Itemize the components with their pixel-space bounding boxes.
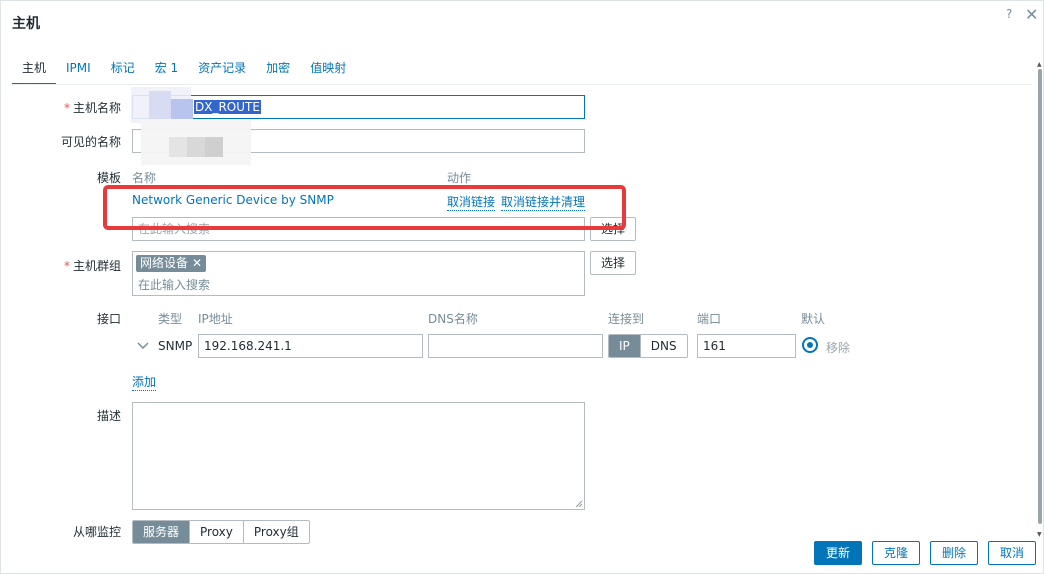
connect-ip-option[interactable]: IP [609, 335, 641, 357]
redaction-block [187, 137, 205, 157]
monitored-by-toggle: 服务器 Proxy Proxy组 [132, 520, 310, 544]
description-label: 描述 [96, 409, 121, 423]
iface-col-default: 默认 [801, 312, 826, 326]
tab-tags[interactable]: 标记 [101, 57, 145, 85]
host-groups-multiselect[interactable]: 网络设备 ✕ 在此输入搜索 [132, 251, 585, 296]
update-button[interactable]: 更新 [814, 541, 862, 565]
tab-ipmi[interactable]: IPMI [56, 57, 101, 85]
tab-inventory[interactable]: 资产记录 [188, 57, 256, 85]
help-icon[interactable]: ? [1006, 7, 1012, 21]
annotation-highlight-box [103, 185, 626, 230]
tab-value-mapping[interactable]: 值映射 [300, 57, 356, 85]
redaction-block [205, 137, 223, 157]
close-icon[interactable]: ✕ [1025, 5, 1038, 24]
tab-encryption[interactable]: 加密 [256, 57, 300, 85]
host-group-chip: 网络设备 ✕ [136, 255, 207, 272]
scrollbar[interactable]: ▲ ▼ [1036, 61, 1044, 541]
redaction-block [171, 99, 193, 119]
iface-remove-button[interactable]: 移除 [826, 339, 850, 356]
description-textarea[interactable] [132, 402, 585, 510]
tab-bar: 主机 IPMI 标记 宏 1 资产记录 加密 值映射 [12, 57, 356, 85]
delete-button[interactable]: 删除 [930, 541, 978, 565]
iface-ip-input[interactable]: 192.168.241.1 [198, 334, 423, 358]
monitored-by-proxy[interactable]: Proxy [190, 521, 244, 543]
cancel-button[interactable]: 取消 [988, 541, 1036, 565]
templates-label: 模板 [96, 171, 121, 185]
dialog-title: 主机 [12, 16, 40, 32]
scroll-up-icon[interactable]: ▲ [1037, 61, 1042, 68]
iface-port-input[interactable]: 161 [697, 334, 796, 358]
resize-handle-icon[interactable] [575, 500, 583, 508]
iface-col-port: 端口 [697, 312, 722, 326]
interfaces-label: 接口 [96, 312, 121, 326]
connect-dns-option[interactable]: DNS [640, 335, 687, 357]
iface-type: SNMP [158, 339, 193, 353]
host-groups-search[interactable]: 在此输入搜索 [138, 276, 210, 293]
iface-col-dns: DNS名称 [428, 312, 478, 326]
host-groups-label: * 主机群组 [63, 259, 121, 273]
redaction-block [169, 137, 187, 157]
chevron-down-icon[interactable] [137, 341, 149, 351]
redaction-block [149, 91, 171, 119]
tab-host[interactable]: 主机 [12, 57, 57, 85]
iface-col-type: 类型 [158, 312, 183, 326]
templates-col-name: 名称 [132, 171, 157, 185]
add-interface-link[interactable]: 添加 [132, 373, 157, 391]
iface-connect-toggle: IP DNS [608, 334, 688, 358]
visible-name-label: 可见的名称 [60, 135, 121, 149]
monitored-by-server[interactable]: 服务器 [133, 521, 191, 543]
iface-col-connect: 连接到 [608, 312, 645, 326]
iface-col-ip: IP地址 [198, 312, 233, 326]
monitored-by-label: 从哪监控 [72, 525, 121, 539]
host-groups-select-button[interactable]: 选择 [590, 251, 636, 275]
tabs-divider [12, 84, 1032, 85]
scroll-down-icon[interactable]: ▼ [1037, 531, 1042, 538]
host-name-input[interactable]: DX_ROUTE [132, 95, 585, 119]
host-name-label: * 主机名称 [63, 101, 121, 115]
iface-default-radio[interactable] [802, 337, 818, 353]
tab-macros[interactable]: 宏 1 [145, 57, 188, 85]
scroll-thumb[interactable] [1038, 69, 1042, 524]
monitored-by-proxy-group[interactable]: Proxy组 [243, 521, 309, 543]
iface-dns-input[interactable] [428, 334, 603, 358]
templates-col-action: 动作 [447, 171, 472, 185]
clone-button[interactable]: 克隆 [872, 541, 920, 565]
chip-remove-icon[interactable]: ✕ [192, 256, 202, 270]
host-dialog: 主机 ? ✕ 主机 IPMI 标记 宏 1 资产记录 加密 值映射 * 主机名称 … [0, 0, 1044, 574]
